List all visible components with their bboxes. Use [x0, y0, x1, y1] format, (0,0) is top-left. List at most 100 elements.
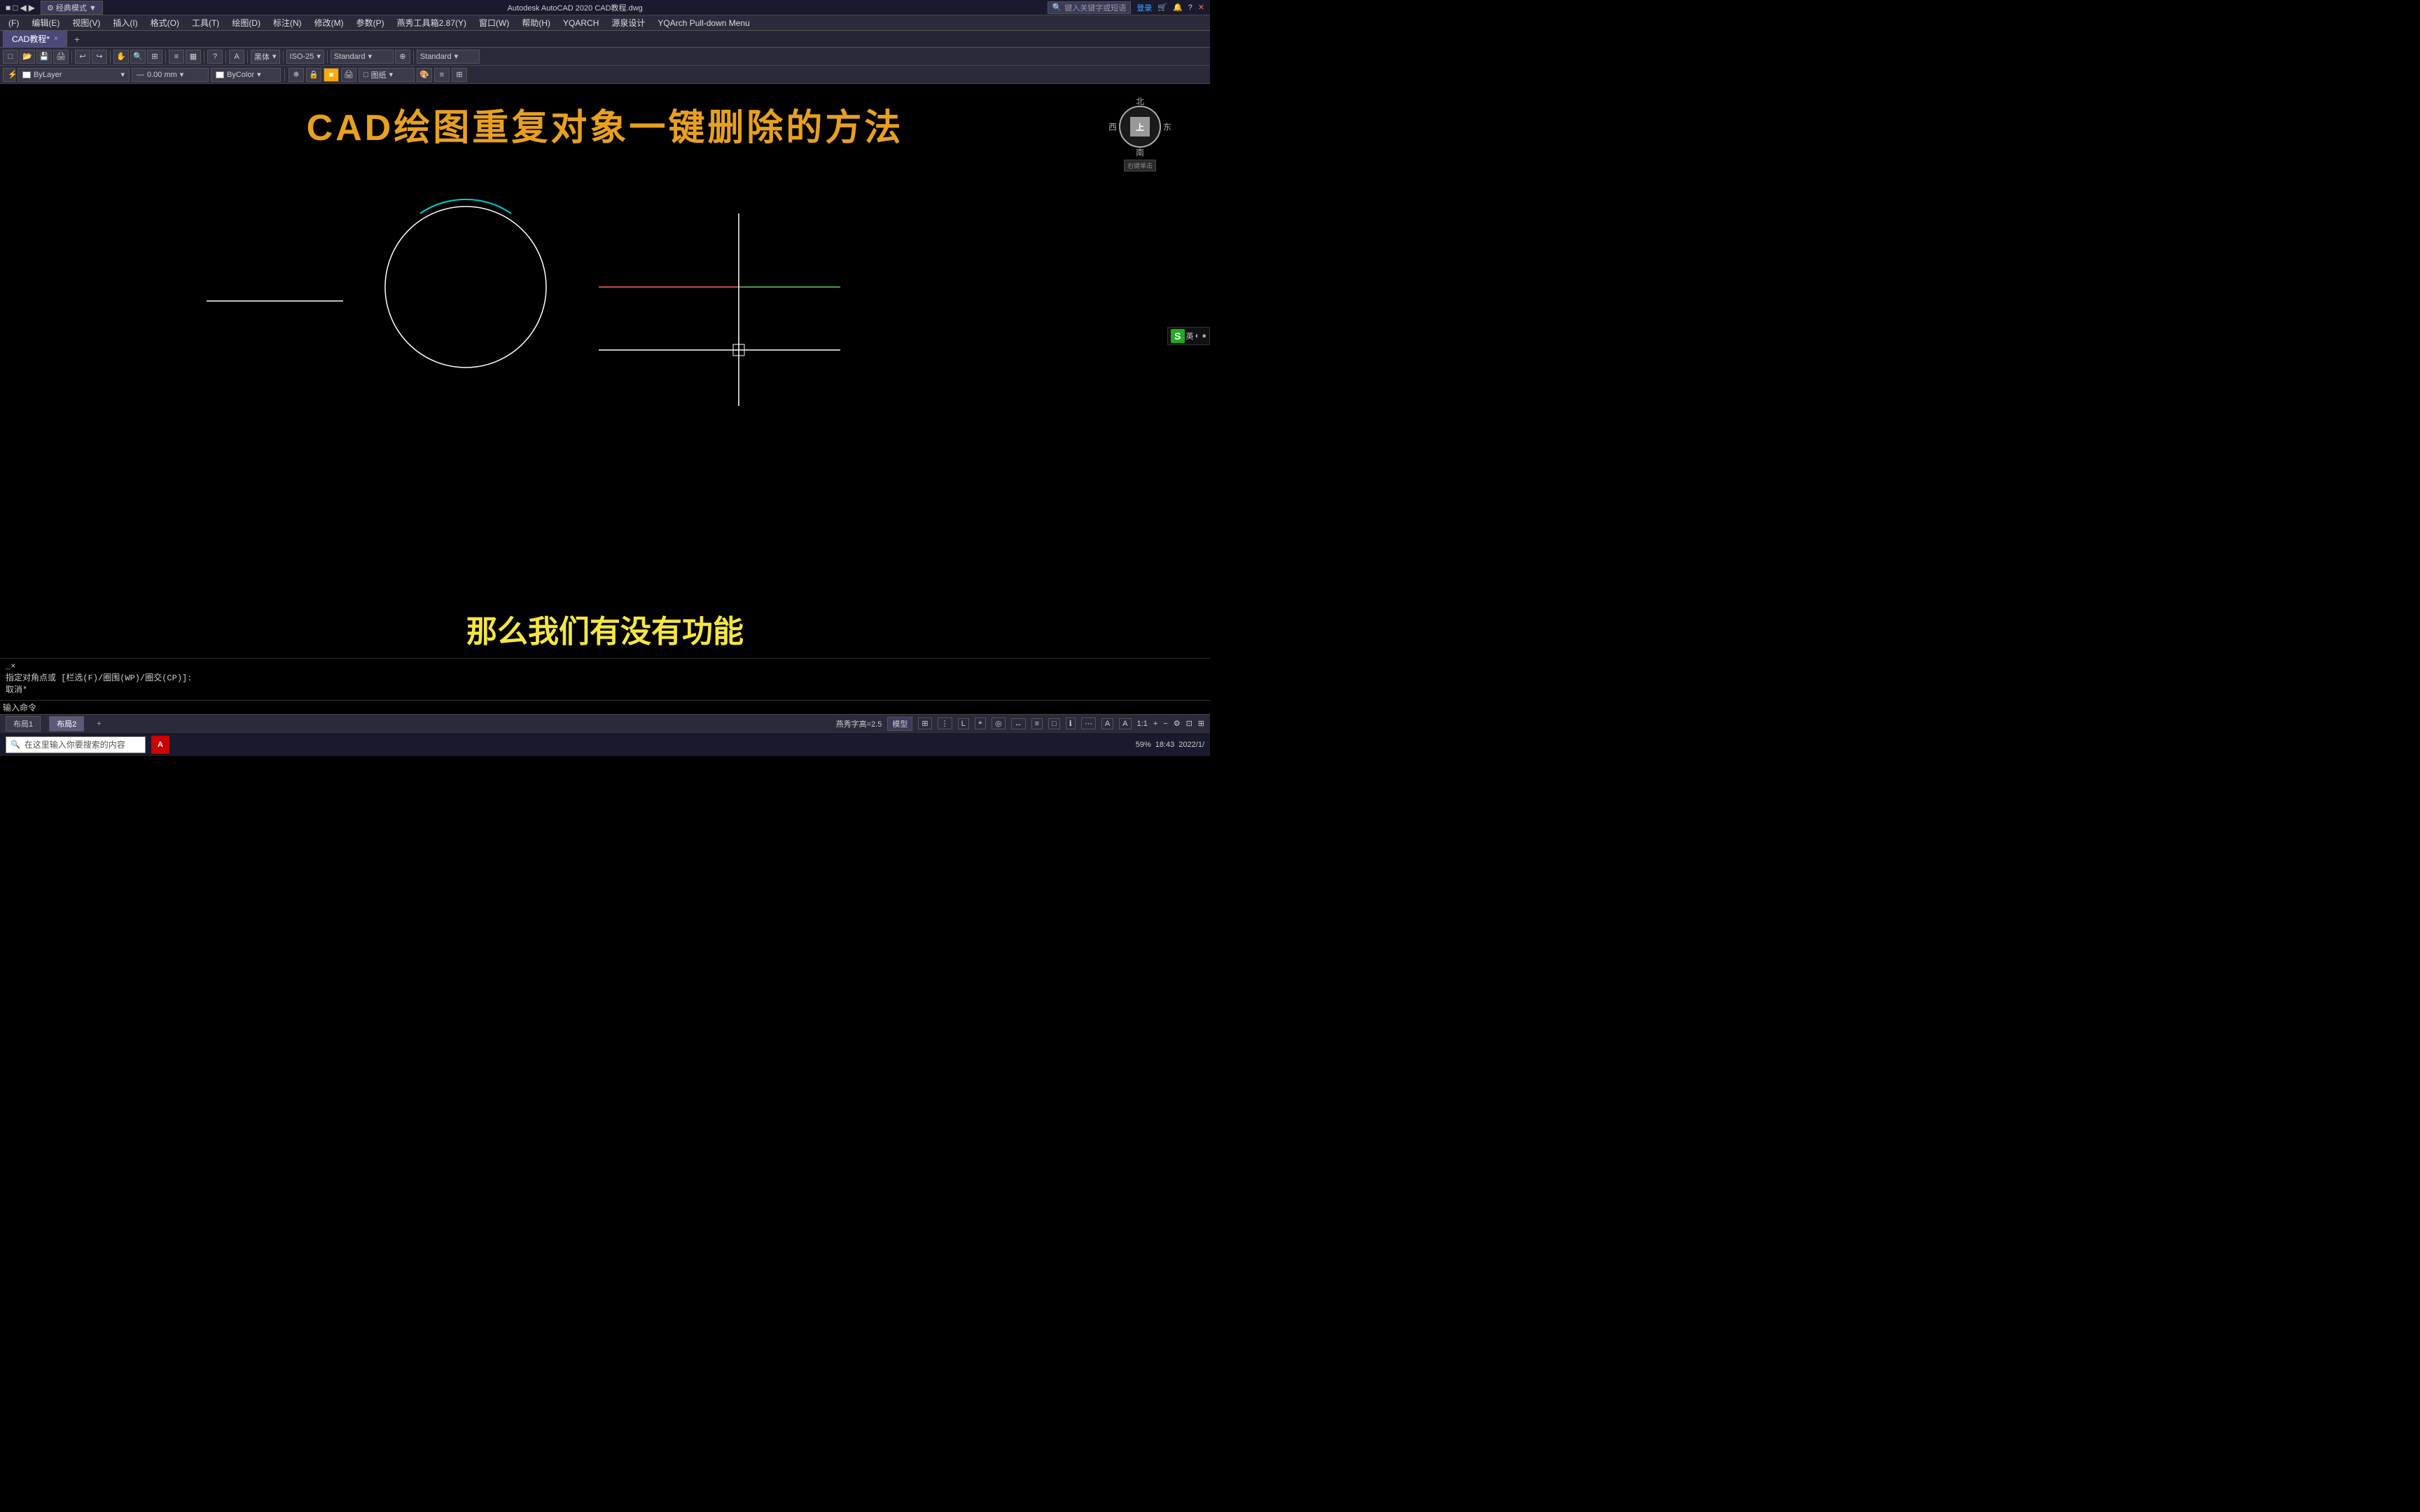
search-box[interactable]: 🔍 键入关键字或短语: [1048, 1, 1132, 14]
annotation-btn[interactable]: A: [1101, 718, 1113, 729]
layout-tab1[interactable]: 布局1: [6, 716, 41, 732]
layout-tab2[interactable]: 布局2: [49, 716, 84, 732]
redo-button[interactable]: ↪: [92, 50, 107, 64]
compass-east: 东: [1163, 121, 1171, 133]
cart-icon[interactable]: 🛒: [1157, 3, 1167, 12]
pan-button[interactable]: ✋: [113, 50, 129, 64]
login-button[interactable]: 登录: [1136, 2, 1152, 13]
lineweight-label: 0.00 mm: [147, 71, 177, 79]
taskbar-right: 59% 18:43 2022/1/: [1136, 741, 1204, 749]
menu-yuanquan[interactable]: 源泉设计: [606, 15, 651, 30]
undo-button[interactable]: ↩: [75, 50, 90, 64]
toolbar1: □ 📂 💾 🖨 ↩ ↪ ✋ 🔍 ⊞ ≡ ▦ ? A 黑体 ▾ ISO-25 ▾ …: [0, 48, 1210, 66]
menu-tools[interactable]: 工具(T): [186, 15, 225, 30]
menu-yqarch[interactable]: YQARCH: [557, 17, 604, 29]
layer-color: [22, 71, 31, 78]
menu-yanxiu[interactable]: 燕秀工具箱2.87(Y): [391, 15, 472, 30]
menu-window[interactable]: 窗口(W): [473, 15, 515, 30]
zoom-extents[interactable]: ⊞: [147, 50, 162, 64]
tab-bar: CAD教程* × +: [0, 31, 1210, 48]
restore-btn[interactable]: ⊡: [1186, 719, 1192, 728]
paper-dropdown[interactable]: □ 图纸 ▾: [359, 68, 415, 82]
menu-edit[interactable]: 编辑(E): [26, 15, 65, 30]
extra-btn1[interactable]: 🎨: [417, 68, 432, 82]
linetype-dropdown[interactable]: ISO-25 ▾: [286, 50, 324, 64]
match-prop[interactable]: ≡: [169, 50, 184, 64]
print-layer[interactable]: 🖨: [341, 68, 356, 82]
extra-btn2[interactable]: ≡: [434, 68, 450, 82]
paper-icon: □: [363, 71, 368, 79]
layer-status-button[interactable]: ⚡: [3, 68, 15, 82]
input-lang: 英: [1186, 330, 1194, 342]
ws-btn[interactable]: A: [1119, 718, 1131, 729]
layer-dropdown-arrow: ▾: [120, 70, 125, 79]
grid-btn[interactable]: ⊞: [918, 718, 931, 729]
model-label[interactable]: 模型: [887, 717, 912, 731]
paper-label: 图纸: [371, 69, 387, 80]
canvas-area[interactable]: CAD绘图重复对象一键删除的方法: [0, 84, 1210, 714]
lineweight-btn[interactable]: ≡: [1031, 718, 1043, 729]
open-button[interactable]: 📂: [20, 50, 35, 64]
menu-draw[interactable]: 绘图(D): [226, 15, 266, 30]
taskbar-search[interactable]: 🔍 在这里输入你要搜索的内容: [6, 736, 146, 753]
dim-style-btn2[interactable]: ⊕: [395, 50, 410, 64]
drawing-tab[interactable]: CAD教程* ×: [3, 30, 67, 48]
tab-close-button[interactable]: ×: [54, 35, 58, 43]
menu-insert[interactable]: 插入(I): [107, 15, 143, 30]
zoom-plus[interactable]: +: [1153, 720, 1157, 728]
zoom-minus[interactable]: −: [1163, 720, 1167, 728]
textstyle-dropdown[interactable]: Standard ▾: [417, 50, 480, 64]
zoom-button[interactable]: 🔍: [130, 50, 146, 64]
close-icon[interactable]: ✕: [1198, 3, 1204, 12]
status-bar-left: 布局1 布局2 +: [6, 716, 106, 732]
menu-file[interactable]: (F): [3, 17, 25, 29]
menu-pulldown[interactable]: YQArch Pull-down Menu: [652, 17, 755, 29]
color-btn[interactable]: ■: [324, 68, 339, 82]
new-button[interactable]: □: [3, 50, 18, 64]
snap-btn[interactable]: ⋮: [938, 718, 952, 729]
add-tab-button[interactable]: +: [69, 31, 85, 47]
subtitle-overlay: 那么我们有没有功能: [0, 606, 1210, 651]
window-title: Autodesk AutoCAD 2020 CAD教程.dwg: [508, 4, 643, 13]
print-button[interactable]: 🖨: [53, 50, 69, 64]
fullscreen-btn[interactable]: ⊞: [1198, 719, 1204, 728]
transparency-btn[interactable]: □: [1048, 718, 1060, 729]
ortho-btn[interactable]: L: [958, 718, 969, 729]
menu-format[interactable]: 格式(O): [145, 15, 185, 30]
polar-btn[interactable]: ⌖: [975, 718, 986, 729]
command-input-area[interactable]: 输入命令: [0, 700, 1210, 714]
freeze-layer[interactable]: ❄: [288, 68, 304, 82]
layer-dropdown[interactable]: ByLayer ▾: [18, 68, 130, 82]
quick-prop-btn[interactable]: ℹ: [1066, 718, 1076, 729]
layer-manager[interactable]: ▦: [186, 50, 201, 64]
extra-btn3[interactable]: ⊞: [452, 68, 467, 82]
command-log: _× 指定对角点或 [栏选(F)/圈围(WP)/圈交(CP)]: 取消*: [0, 658, 1210, 700]
linetype-dropdown-arrow: ▾: [317, 52, 321, 61]
taskbar-battery: 59%: [1136, 741, 1151, 749]
lineweight-dropdown[interactable]: — 0.00 mm ▾: [132, 68, 209, 82]
save-button[interactable]: 💾: [36, 50, 52, 64]
menu-help[interactable]: 帮助(H): [516, 15, 556, 30]
add-layout-button[interactable]: +: [92, 718, 105, 729]
bell-icon[interactable]: 🔔: [1173, 3, 1183, 12]
help-icon[interactable]: ?: [1188, 4, 1192, 12]
text-button[interactable]: A: [229, 50, 244, 64]
menu-modify[interactable]: 修改(M): [309, 15, 349, 30]
menu-bar: (F) 编辑(E) 视图(V) 插入(I) 格式(O) 工具(T) 绘图(D) …: [0, 15, 1210, 31]
classic-mode-label: ⚙ 经典模式 ▼: [41, 1, 103, 15]
lock-layer[interactable]: 🔒: [306, 68, 321, 82]
menu-annotate[interactable]: 标注(N): [267, 15, 307, 30]
menu-view[interactable]: 视图(V): [67, 15, 106, 30]
menu-params[interactable]: 参数(P): [351, 15, 390, 30]
autocad-label: A: [158, 741, 163, 749]
font-dropdown[interactable]: 黑体 ▾: [251, 50, 280, 64]
osnap-btn[interactable]: ◎: [992, 718, 1006, 729]
help-button[interactable]: ?: [207, 50, 223, 64]
settings-btn[interactable]: ⚙: [1174, 719, 1181, 728]
dimstyle-dropdown[interactable]: Standard ▾: [331, 50, 394, 64]
dynamic-btn[interactable]: ↔: [1011, 718, 1026, 729]
autocad-icon[interactable]: A: [151, 736, 169, 754]
status-bar: 布局1 布局2 + 燕秀字高=2.5 模型 ⊞ ⋮ L ⌖ ◎ ↔ ≡ □ ℹ …: [0, 714, 1210, 732]
color-dropdown[interactable]: ByColor ▾: [211, 68, 281, 82]
select-cycle-btn[interactable]: ⋯: [1081, 718, 1096, 729]
